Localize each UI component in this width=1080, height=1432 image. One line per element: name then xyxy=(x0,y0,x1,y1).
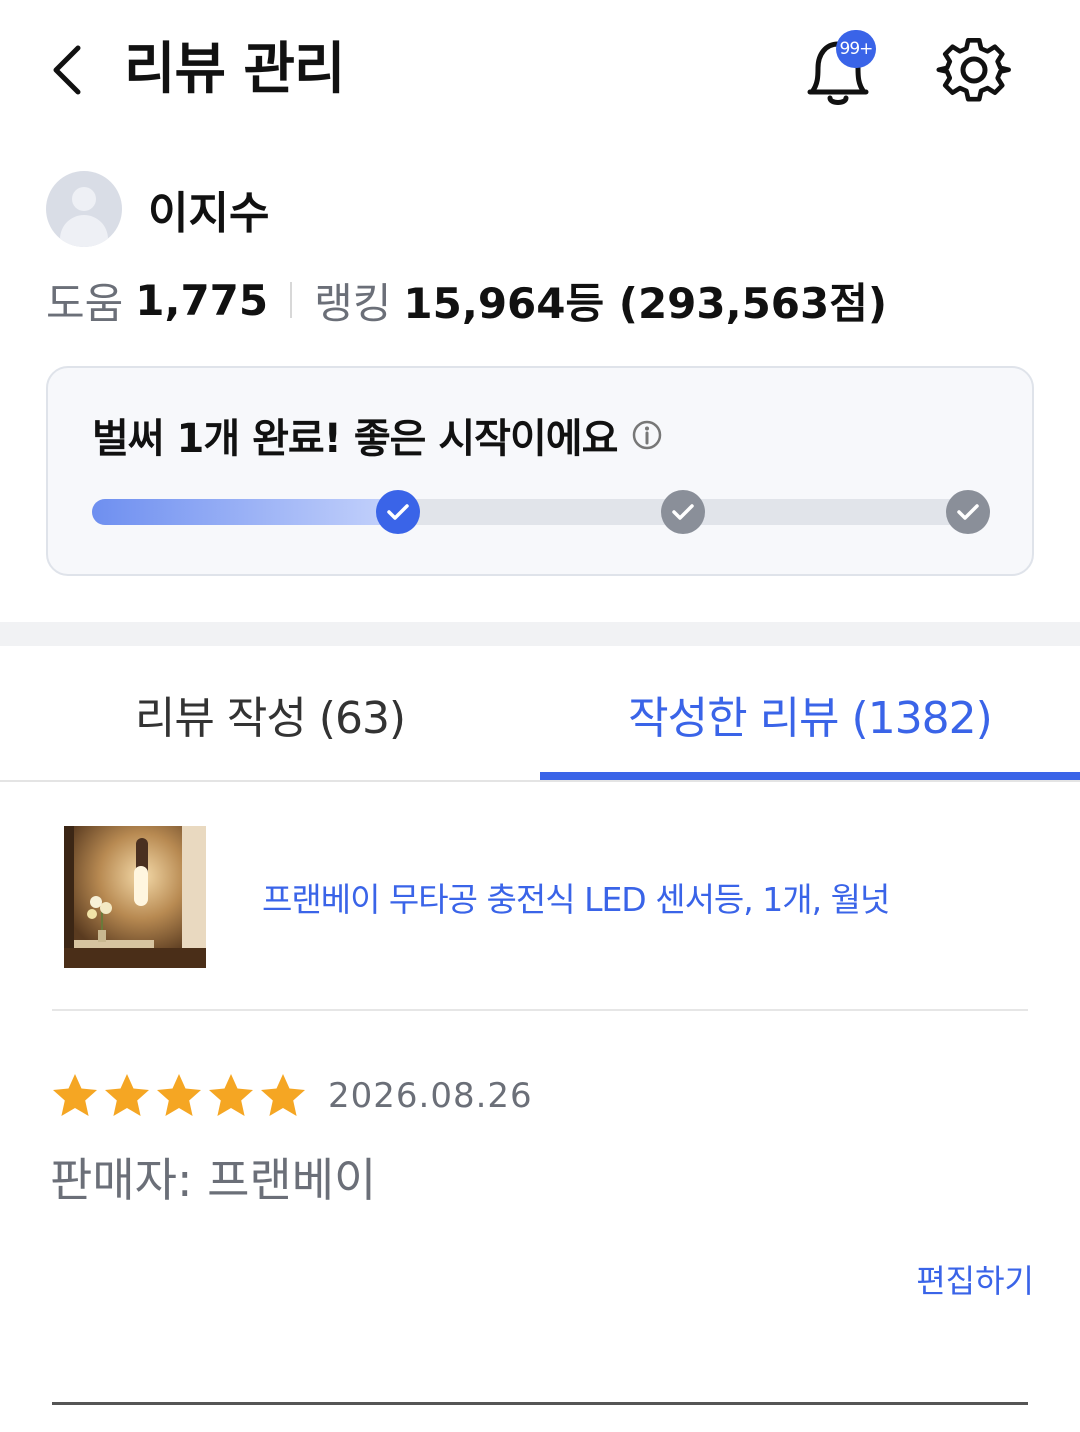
help-count-label: 도움 xyxy=(46,278,124,328)
review-tabs: 리뷰 작성 (63) 작성한 리뷰 (1382) xyxy=(0,646,1080,782)
ranking-label: 랭킹 xyxy=(314,278,392,328)
gear-icon xyxy=(936,37,1011,102)
check-icon xyxy=(672,504,694,520)
edit-review-button[interactable]: 편집하기 xyxy=(916,1256,1034,1302)
avatar-head xyxy=(72,187,96,211)
section-separator xyxy=(0,622,1080,646)
progress-title-text: 벌써 1개 완료! 좋은 시작이에요 xyxy=(92,416,618,462)
star-icon xyxy=(105,1074,149,1116)
review-date: 2026.08.26 xyxy=(328,1076,533,1116)
profile-row: 이지수 xyxy=(46,170,269,248)
bottom-divider xyxy=(52,1402,1028,1405)
seller-name: 판매자: 프랜베이 xyxy=(50,1153,377,1207)
progress-card: 벌써 1개 완료! 좋은 시작이에요 xyxy=(46,366,1034,576)
chevron-left-icon xyxy=(53,45,81,95)
rating-row: 2026.08.26 xyxy=(50,1068,533,1124)
product-thumbnail[interactable] xyxy=(64,826,206,968)
ranking-value: 15,964등 (293,563점) xyxy=(403,278,888,328)
star-rating xyxy=(50,1071,310,1121)
progress-step-1 xyxy=(376,490,420,534)
active-tab-indicator xyxy=(540,772,1080,780)
product-name[interactable]: 프랜베이 무타공 충전식 LED 센서등, 1개, 월넛 xyxy=(262,873,890,921)
notification-badge: 99+ xyxy=(836,30,876,68)
info-icon[interactable] xyxy=(631,419,663,451)
back-button[interactable] xyxy=(40,38,96,102)
stats-divider xyxy=(290,282,293,318)
settings-button[interactable] xyxy=(936,32,1012,108)
star-icon xyxy=(157,1074,201,1116)
progress-track xyxy=(92,499,990,525)
tab-written-reviews[interactable]: 작성한 리뷰 (1382) xyxy=(540,646,1080,782)
progress-title: 벌써 1개 완료! 좋은 시작이에요 xyxy=(92,406,663,464)
tab-write-review[interactable]: 리뷰 작성 (63) xyxy=(0,646,540,782)
content-divider xyxy=(52,1009,1028,1011)
progress-step-3 xyxy=(946,490,990,534)
check-icon xyxy=(957,504,979,520)
user-stats: 도움 1,775 랭킹 15,964등 (293,563점) xyxy=(46,270,887,330)
avatar-body xyxy=(60,215,108,247)
progress-step-2 xyxy=(661,490,705,534)
user-name: 이지수 xyxy=(148,188,270,239)
star-icon xyxy=(53,1074,97,1116)
progress-fill xyxy=(92,499,391,525)
header: 리뷰 관리 99+ xyxy=(0,0,1080,140)
review-product[interactable]: 프랜베이 무타공 충전식 LED 센서등, 1개, 월넛 xyxy=(64,826,1024,968)
page-title: 리뷰 관리 xyxy=(124,37,346,102)
check-icon xyxy=(387,504,409,520)
star-icon xyxy=(209,1074,253,1116)
avatar[interactable] xyxy=(46,171,122,247)
help-count-value: 1,775 xyxy=(135,275,269,325)
star-icon xyxy=(261,1074,305,1116)
